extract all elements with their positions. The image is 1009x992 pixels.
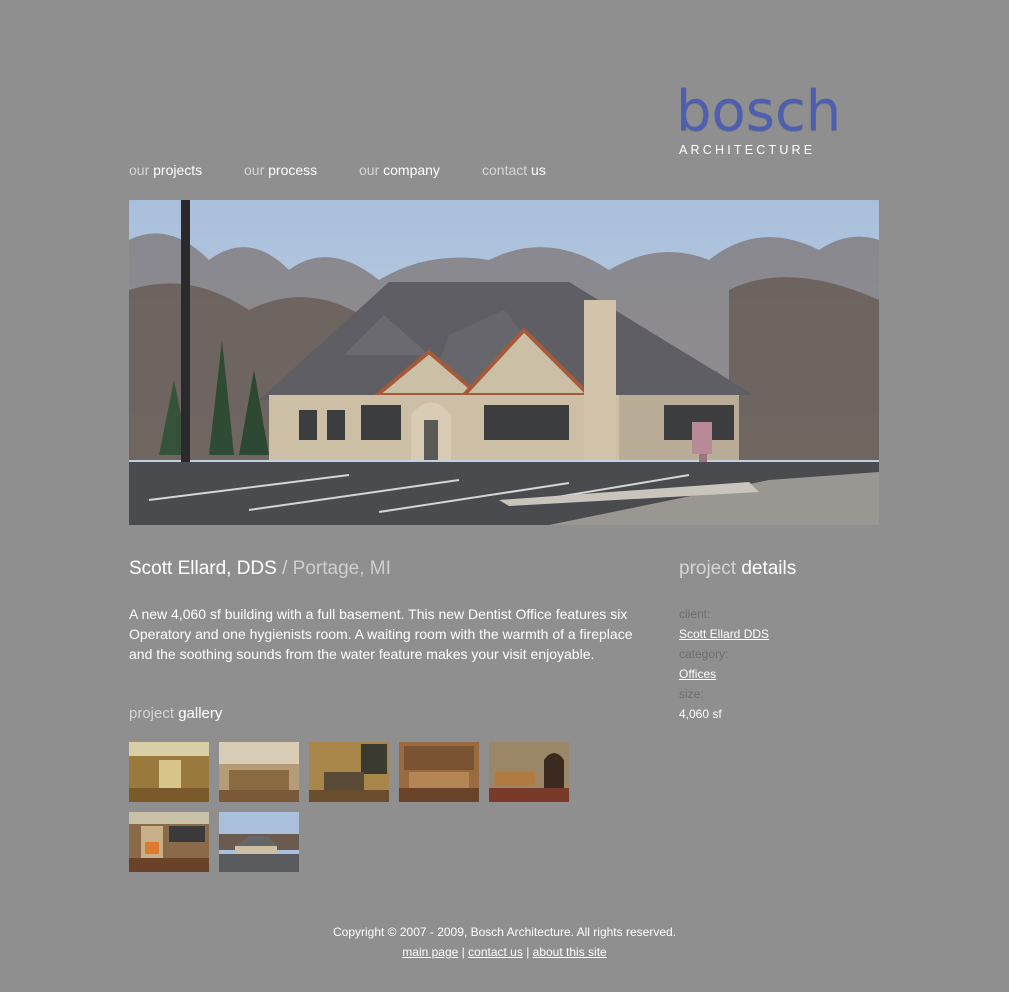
project-title: Scott Ellard, DDS / Portage, MI bbox=[129, 559, 391, 578]
gallery-heading: project gallery bbox=[129, 705, 222, 722]
nav-label: us bbox=[531, 162, 546, 178]
logo-wordmark[interactable]: bosch bbox=[676, 84, 841, 140]
details-heading-label: details bbox=[741, 558, 797, 579]
footer-link-contact-us[interactable]: contact us bbox=[468, 945, 523, 959]
gallery-thumb-6[interactable] bbox=[129, 812, 209, 872]
gallery-thumb-7[interactable] bbox=[219, 812, 299, 872]
gallery-heading-prefix: project bbox=[129, 705, 175, 722]
footer-link-main-page[interactable]: main page bbox=[402, 945, 458, 959]
project-description: A new 4,060 sf building with a full base… bbox=[129, 606, 633, 662]
nav-prefix: our bbox=[244, 162, 265, 178]
client-label: client: bbox=[679, 607, 711, 621]
footer-separator: | bbox=[461, 945, 465, 959]
nav-our-projects[interactable]: our projects bbox=[129, 163, 202, 177]
footer-link-about-this-site[interactable]: about this site bbox=[533, 945, 607, 959]
footer-separator: | bbox=[526, 945, 530, 959]
nav-label: process bbox=[268, 162, 318, 178]
nav-prefix: contact bbox=[482, 162, 528, 178]
nav-contact-us[interactable]: contact us bbox=[482, 163, 546, 177]
copyright-text: Copyright © 2007 - 2009, Bosch Architect… bbox=[332, 925, 676, 939]
gallery-thumb-1[interactable] bbox=[129, 742, 209, 802]
nav-prefix: our bbox=[129, 162, 150, 178]
project-location: / Portage, MI bbox=[282, 558, 391, 579]
gallery-thumb-5[interactable] bbox=[489, 742, 569, 802]
nav-our-company[interactable]: our company bbox=[359, 163, 440, 177]
nav-our-process[interactable]: our process bbox=[244, 163, 317, 177]
gallery-thumb-4[interactable] bbox=[399, 742, 479, 802]
category-link[interactable]: Offices bbox=[679, 667, 716, 681]
client-link[interactable]: Scott Ellard DDS bbox=[679, 627, 769, 641]
project-name: Scott Ellard, DDS bbox=[129, 558, 277, 579]
gallery-thumb-3[interactable] bbox=[309, 742, 389, 802]
nav-label: projects bbox=[153, 162, 203, 178]
nav-prefix: our bbox=[359, 162, 380, 178]
hero-photo bbox=[129, 200, 879, 525]
details-heading-prefix: project bbox=[679, 558, 737, 579]
gallery-thumb-2[interactable] bbox=[219, 742, 299, 802]
nav-label: company bbox=[383, 162, 440, 178]
size-value: 4,060 sf bbox=[679, 707, 722, 721]
gallery-heading-label: gallery bbox=[178, 705, 223, 722]
category-label: category: bbox=[679, 647, 729, 661]
size-label: size: bbox=[679, 687, 704, 701]
details-heading: project details bbox=[679, 559, 796, 578]
logo-subtitle: ARCHITECTURE bbox=[679, 143, 816, 157]
footer-links: main page | contact us | about this site bbox=[0, 945, 1009, 959]
